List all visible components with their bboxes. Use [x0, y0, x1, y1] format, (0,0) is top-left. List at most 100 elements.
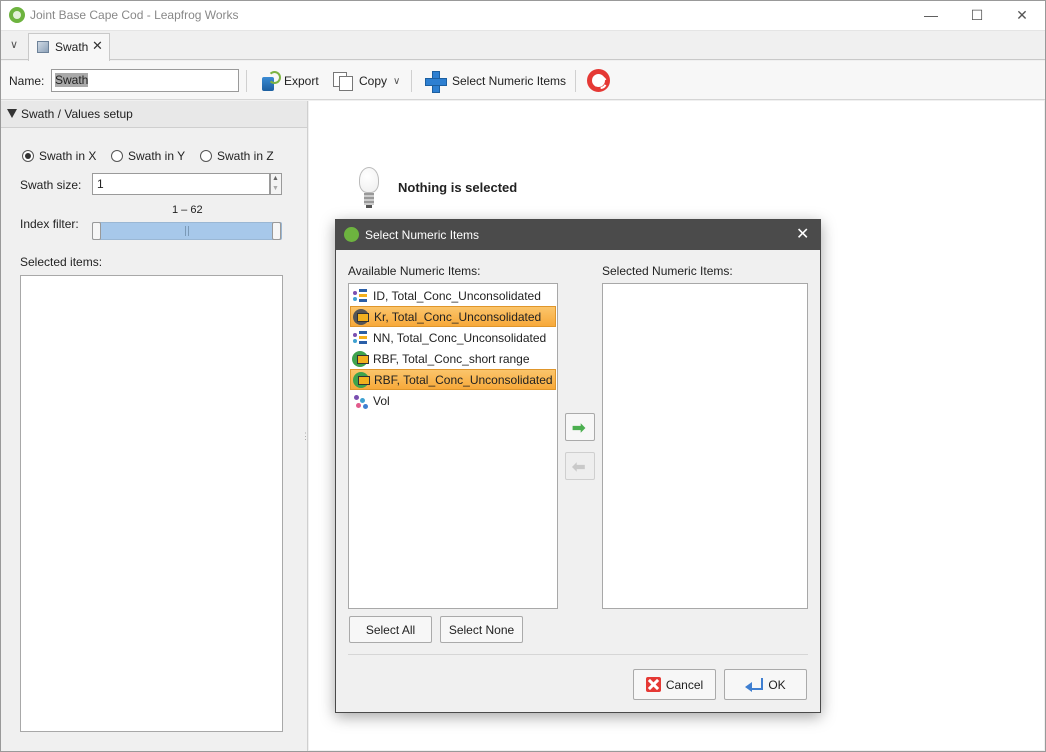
export-icon: [260, 71, 281, 91]
app-logo-icon: [344, 227, 359, 242]
toolbar-divider: [246, 70, 247, 92]
add-to-selected-button[interactable]: ➡: [565, 413, 595, 441]
help-lifebuoy-icon[interactable]: [587, 69, 610, 92]
selected-items-list[interactable]: [602, 283, 808, 609]
copy-icon: [333, 72, 353, 91]
radio-checked-icon: [22, 150, 34, 162]
list-item-label: ID, Total_Conc_Unconsolidated: [373, 288, 541, 303]
bulb-glass: [359, 167, 379, 193]
nearest-neighbour-icon: [352, 330, 368, 346]
select-none-button[interactable]: Select None: [440, 616, 523, 643]
spin-down-icon[interactable]: ▼: [272, 185, 279, 192]
copy-label: Copy: [359, 74, 388, 88]
cancel-x-icon: [645, 677, 661, 692]
slider-grip-icon[interactable]: [185, 226, 189, 236]
minimize-button[interactable]: —: [908, 0, 954, 31]
plus-icon: [424, 70, 447, 93]
list-item[interactable]: RBF, Total_Conc_short range: [350, 348, 556, 369]
available-items-list[interactable]: ID, Total_Conc_Unconsolidated Kr, Total_…: [348, 283, 558, 609]
rbf-icon: [353, 371, 370, 388]
name-input[interactable]: Swath: [51, 69, 239, 92]
list-item[interactable]: RBF, Total_Conc_Unconsolidated: [350, 369, 556, 390]
index-range-readout: 1 – 62: [172, 204, 203, 216]
dialog-title: Select Numeric Items: [365, 228, 480, 242]
app-logo-icon: [9, 7, 25, 23]
section-title: Swath / Values setup: [21, 107, 133, 121]
copy-button[interactable]: Copy ∨: [333, 68, 400, 94]
bulb-base: [364, 193, 374, 205]
tab-strip: [0, 31, 1046, 60]
list-item[interactable]: Vol: [350, 390, 556, 411]
select-numeric-items-button[interactable]: Select Numeric Items: [424, 68, 566, 94]
radio-label: Swath in X: [39, 149, 97, 163]
section-header[interactable]: Swath / Values setup: [0, 101, 307, 128]
swath-size-label: Swath size:: [20, 178, 82, 192]
toolbar-divider: [575, 70, 576, 92]
arrow-left-icon: ⬅: [572, 459, 586, 476]
name-value: Swath: [55, 73, 89, 87]
copy-chevron-down-icon: ∨: [393, 75, 401, 87]
lightbulb-icon: [359, 167, 379, 211]
available-items-label: Available Numeric Items:: [348, 264, 481, 278]
tab-label: Swath: [55, 40, 89, 54]
list-item-label: RBF, Total_Conc_Unconsolidated: [374, 372, 553, 387]
radio-swath-z[interactable]: Swath in Z: [200, 149, 274, 163]
slider-max-handle[interactable]: [272, 222, 281, 240]
radio-label: Swath in Y: [128, 149, 186, 163]
id-interpolant-icon: [352, 288, 368, 304]
title-bar: Joint Base Cape Cod - Leapfrog Works — ☐…: [0, 0, 1046, 31]
spin-up-icon[interactable]: ▲: [272, 175, 279, 182]
dialog-title-bar[interactable]: Select Numeric Items ✕: [336, 220, 820, 250]
selected-items-label: Selected items:: [20, 255, 103, 269]
select-numeric-items-label: Select Numeric Items: [452, 74, 567, 88]
radio-unchecked-icon: [111, 150, 123, 162]
list-item[interactable]: NN, Total_Conc_Unconsolidated: [350, 327, 556, 348]
radio-swath-x[interactable]: Swath in X: [22, 149, 96, 163]
select-all-button[interactable]: Select All: [349, 616, 432, 643]
dialog-close-icon[interactable]: ✕: [796, 224, 809, 244]
bulb-tip: [366, 205, 372, 208]
toolbar-divider: [411, 70, 412, 92]
radio-label: Swath in Z: [217, 149, 274, 163]
points-icon: [352, 393, 368, 409]
slider-min-handle[interactable]: [92, 222, 101, 240]
cancel-button[interactable]: Cancel: [633, 669, 716, 700]
radio-unchecked-icon: [200, 150, 212, 162]
ok-return-arrow-icon: [745, 677, 764, 692]
selected-items-label: Selected Numeric Items:: [602, 264, 733, 278]
ok-button[interactable]: OK: [724, 669, 807, 700]
arrow-right-icon: ➡: [572, 420, 586, 437]
tab-close-icon[interactable]: ✕: [92, 38, 103, 54]
swath-cube-icon: [37, 41, 49, 53]
collapse-triangle-icon: [7, 109, 17, 118]
tab-swath[interactable]: Swath ✕: [28, 33, 110, 61]
list-item-label: NN, Total_Conc_Unconsolidated: [373, 330, 547, 345]
name-label: Name:: [9, 74, 45, 88]
list-item-label: Kr, Total_Conc_Unconsolidated: [374, 309, 542, 324]
swath-setup-panel: Swath / Values setup Swath in X Swath in…: [0, 101, 310, 752]
list-item[interactable]: Kr, Total_Conc_Unconsolidated: [350, 306, 556, 327]
list-item-label: RBF, Total_Conc_short range: [373, 351, 530, 366]
export-label: Export: [284, 74, 319, 88]
nothing-selected-message: Nothing is selected: [398, 180, 518, 195]
cancel-label: Cancel: [665, 677, 704, 692]
rbf-icon: [352, 350, 369, 367]
index-filter-range-slider[interactable]: [92, 222, 282, 240]
remove-from-selected-button[interactable]: ⬅: [565, 452, 595, 480]
list-item-label: Vol: [373, 393, 390, 408]
index-filter-label: Index filter:: [20, 217, 79, 231]
radio-swath-y[interactable]: Swath in Y: [111, 149, 185, 163]
tab-list-chevron-icon[interactable]: ∨: [4, 36, 24, 54]
maximize-button[interactable]: ☐: [954, 0, 1000, 31]
dialog-divider: [348, 654, 808, 655]
ok-label: OK: [768, 677, 786, 692]
list-item[interactable]: ID, Total_Conc_Unconsolidated: [350, 285, 556, 306]
window-title: Joint Base Cape Cod - Leapfrog Works: [30, 8, 239, 22]
swath-size-input[interactable]: 1: [92, 173, 270, 195]
kriging-icon: [353, 308, 369, 325]
export-button[interactable]: Export: [260, 68, 319, 94]
toolbar: Name: Swath Export Copy ∨ Select Numeric…: [0, 61, 1046, 100]
close-window-button[interactable]: ✕: [999, 0, 1045, 31]
swath-size-spinner[interactable]: ▲ ▼: [270, 173, 282, 195]
selected-items-list[interactable]: [20, 275, 283, 732]
